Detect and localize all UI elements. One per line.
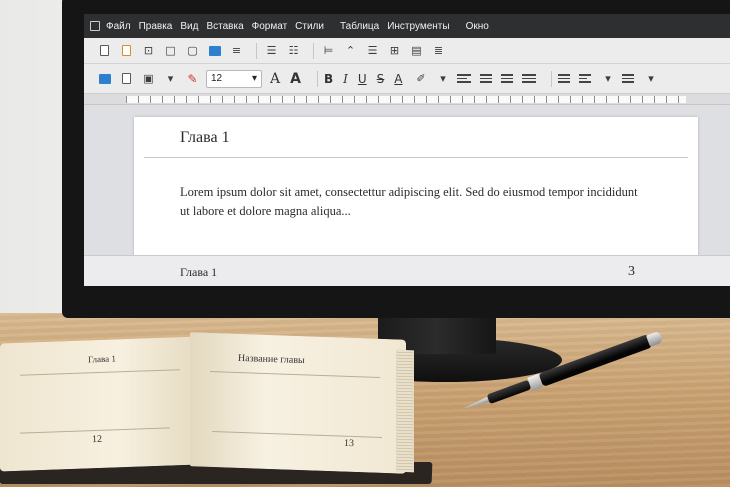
chevron-down-icon: ▾ (251, 73, 257, 84)
menu-view[interactable]: Вид (180, 21, 198, 32)
align-right-icon[interactable] (500, 74, 513, 83)
app-menu-icon[interactable] (90, 21, 100, 31)
numbered-list-icon[interactable]: ☰ (263, 42, 280, 59)
insert-image-icon[interactable] (206, 42, 223, 59)
toolbar-separator (550, 70, 552, 87)
footer-page-number: 3 (628, 264, 635, 279)
book-page-edges (396, 349, 414, 473)
standard-toolbar: ⊡ □ ▢ ≡ ☰ ☷ ⊨ ⌃ ☰ ⊞ ▤ ≣ (84, 38, 730, 64)
chevron-up-icon[interactable]: ⌃ (342, 42, 359, 59)
insert-field-icon[interactable]: ⊡ (140, 42, 157, 59)
clone-formatting-icon[interactable]: ✎ (184, 70, 201, 87)
frame-icon[interactable]: □ (162, 42, 179, 59)
highlight-icon[interactable]: ✐ (413, 70, 430, 87)
justify-icon[interactable] (521, 74, 536, 83)
font-size-value: 12 (211, 73, 223, 84)
menu-styles[interactable]: Стили (295, 21, 324, 32)
menu-bar: Файл Правка Вид Вставка Формат Стили Таб… (84, 14, 730, 38)
line-spacing-dropdown-icon[interactable]: ▾ (643, 70, 660, 87)
template-icon[interactable] (118, 42, 135, 59)
underline-button[interactable]: U (358, 72, 367, 86)
menu-insert[interactable]: Вставка (206, 21, 243, 32)
insert-table-icon[interactable]: ⊞ (386, 42, 403, 59)
save-icon[interactable] (96, 70, 113, 87)
book-right-page-number: 13 (343, 437, 355, 450)
menu-tools[interactable]: Инструменты (387, 21, 449, 32)
horizontal-ruler[interactable] (84, 94, 730, 105)
menu-table[interactable]: Таблица (340, 21, 379, 32)
save-dropdown-icon[interactable]: ▾ (162, 70, 179, 87)
grow-font-button[interactable]: A (270, 71, 280, 87)
page-body-text: Lorem ipsum dolor sit amet, consectettur… (180, 185, 638, 218)
font-color-button[interactable]: A (394, 72, 402, 86)
export-icon[interactable] (118, 70, 135, 87)
columns-icon[interactable]: ▤ (408, 42, 425, 59)
footer-chapter-label: Глава 1 (180, 265, 218, 279)
page-footer[interactable]: Глава 1 3 (84, 255, 730, 286)
formatting-toolbar: ▣ ▾ ✎ 12 ▾ A A B I U S A ✐ ▾ ▾ ▾ (84, 64, 730, 94)
strikethrough-button[interactable]: S (377, 72, 385, 86)
wrap-icon[interactable]: ≣ (430, 42, 447, 59)
indent-icon[interactable]: ⊨ (320, 42, 337, 59)
align-center-icon[interactable] (479, 74, 492, 83)
book-right-header: Название главы (237, 352, 305, 367)
horizontal-line-icon[interactable]: ≡ (228, 42, 245, 59)
highlight-dropdown-icon[interactable]: ▾ (435, 70, 452, 87)
book-right-page (190, 332, 406, 474)
font-size-select[interactable]: 12 ▾ (206, 69, 262, 88)
menu-window[interactable]: Окно (466, 21, 489, 32)
new-document-icon[interactable] (96, 42, 113, 59)
ruler-scale (126, 96, 686, 103)
toolbar-separator (256, 42, 257, 59)
numbering-icon[interactable] (578, 74, 591, 83)
document-page[interactable]: Глава 1 Lorem ipsum dolor sit amet, cons… (134, 117, 698, 257)
word-processor-window: Файл Правка Вид Вставка Формат Стили Таб… (84, 14, 730, 286)
shrink-font-button[interactable]: A (290, 71, 301, 87)
book-left-page-number: 12 (91, 433, 103, 446)
italic-button[interactable]: I (343, 72, 348, 86)
numbering-dropdown-icon[interactable]: ▾ (600, 70, 617, 87)
bullets-icon[interactable] (557, 74, 570, 83)
menu-edit[interactable]: Правка (139, 21, 173, 32)
open-book: Глава 1 Название главы 12 13 (0, 330, 440, 487)
line-spacing-icon[interactable] (621, 74, 634, 83)
save-as-icon[interactable]: ▣ (140, 70, 157, 87)
toolbar-separator (313, 42, 314, 59)
toolbar-separator (316, 70, 318, 87)
bold-button[interactable]: B (324, 72, 333, 86)
align-left-icon[interactable] (456, 74, 471, 83)
heading-divider (144, 157, 688, 158)
document-workspace: Глава 1 Lorem ipsum dolor sit amet, cons… (84, 105, 730, 286)
page-icon[interactable]: ▢ (184, 42, 201, 59)
menu-file[interactable]: Файл (106, 21, 131, 32)
book-left-header: Глава 1 (87, 353, 117, 365)
page-heading: Глава 1 (180, 129, 230, 146)
bullet-list-icon[interactable]: ☷ (285, 42, 302, 59)
align-dropdown-icon[interactable]: ☰ (364, 42, 381, 59)
menu-format[interactable]: Формат (252, 21, 288, 32)
